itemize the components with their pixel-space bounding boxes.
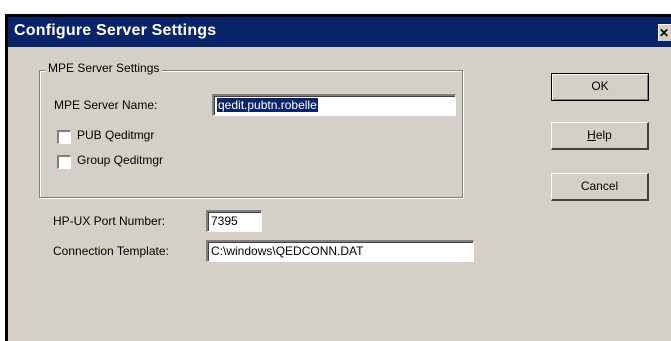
- configure-server-settings-dialog: Configure Server Settings ✕ MPE Server S…: [5, 14, 671, 341]
- port-number-label: HP-UX Port Number:: [53, 214, 166, 228]
- group-legend: MPE Server Settings: [45, 61, 163, 75]
- port-number-input[interactable]: 7395: [206, 210, 262, 232]
- help-mnemonic: H: [587, 128, 596, 142]
- connection-template-input[interactable]: C:\windows\QEDCONN.DAT: [206, 240, 474, 262]
- connection-template-label: Connection Template:: [53, 244, 169, 258]
- mpe-server-name-label: MPE Server Name:: [54, 98, 158, 112]
- pub-qeditmgr-checkbox[interactable]: [57, 130, 71, 144]
- close-icon[interactable]: ✕: [658, 24, 671, 41]
- window-title: Configure Server Settings: [14, 22, 217, 39]
- help-button[interactable]: Help: [551, 122, 649, 150]
- pub-qeditmgr-label[interactable]: PUB Qeditmgr: [77, 128, 154, 142]
- mpe-server-name-input[interactable]: qedit.pubtn.robelle: [212, 94, 456, 116]
- group-qeditmgr-checkbox[interactable]: [57, 155, 71, 169]
- group-qeditmgr-label[interactable]: Group Qeditmgr: [77, 153, 163, 167]
- ok-button[interactable]: OK: [551, 73, 649, 101]
- title-bar[interactable]: Configure Server Settings ✕: [8, 17, 671, 47]
- cancel-button[interactable]: Cancel: [551, 173, 649, 201]
- mpe-server-name-value: qedit.pubtn.robelle: [217, 98, 318, 112]
- help-label-rest: elp: [595, 128, 612, 142]
